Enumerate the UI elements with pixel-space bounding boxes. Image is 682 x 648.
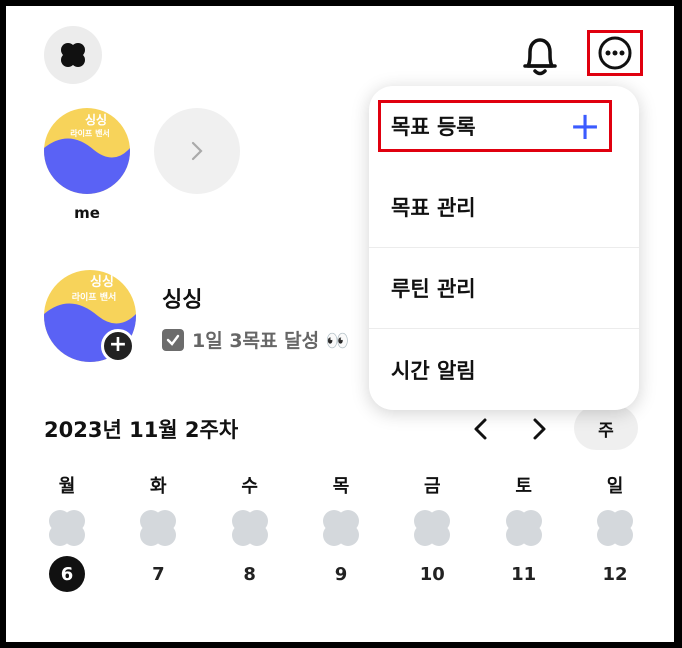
menu-item-add-goal[interactable]: 목표 등록 + bbox=[369, 86, 639, 167]
day-column[interactable]: 토 11 bbox=[501, 472, 547, 592]
day-column[interactable]: 목9 bbox=[318, 472, 364, 592]
profile-name: 싱싱 bbox=[162, 288, 203, 313]
day-name: 금 bbox=[424, 476, 441, 497]
notification-button[interactable] bbox=[520, 34, 560, 78]
chevron-left-icon bbox=[474, 418, 487, 440]
add-goal-badge[interactable]: + bbox=[101, 329, 135, 363]
clover-icon bbox=[140, 510, 177, 546]
menu-item-label: 목표 관리 bbox=[391, 196, 476, 220]
more-options-button[interactable] bbox=[587, 30, 643, 76]
day-column[interactable]: 월6 bbox=[44, 472, 90, 592]
day-name: 목 bbox=[332, 476, 350, 497]
view-mode-button[interactable]: 주 bbox=[574, 406, 638, 450]
menu-item-time-alarm[interactable]: 시간 알림 bbox=[369, 329, 639, 410]
menu-item-label: 시간 알림 bbox=[391, 358, 476, 383]
day-name: 화 bbox=[150, 476, 167, 497]
avatar-title: 싱싱 bbox=[85, 112, 107, 127]
chevron-right-icon bbox=[533, 418, 546, 440]
day-number: 6 bbox=[49, 556, 85, 592]
clover-icon bbox=[505, 510, 542, 546]
checkbox-icon bbox=[162, 328, 184, 351]
my-avatar[interactable]: 싱싱 라이프 밴서 bbox=[44, 108, 130, 194]
clover-icon bbox=[231, 510, 268, 546]
day-column[interactable]: 금 10 bbox=[409, 472, 455, 592]
chevron-right-icon bbox=[191, 141, 203, 161]
avatar-subtitle: 라이프 밴서 bbox=[72, 291, 117, 303]
app-screen: 싱싱 라이프 밴서 me 싱싱 라이프 밴서 + 싱싱 1일 3목표 달성 👀 … bbox=[6, 6, 674, 642]
options-menu: 목표 등록 + 목표 관리 루틴 관리 시간 알림 bbox=[369, 86, 639, 410]
clover-icon bbox=[49, 510, 85, 546]
week-days: 월 6 화 7 수 8 목 9 금 10 토 11 일 12 bbox=[44, 472, 638, 592]
day-number: 11 bbox=[511, 563, 537, 585]
day-number: 8 bbox=[243, 563, 256, 585]
day-name: 토 bbox=[515, 476, 532, 497]
next-week-button[interactable] bbox=[526, 416, 552, 442]
day-name: 수 bbox=[241, 476, 258, 497]
clover-icon bbox=[596, 510, 633, 546]
goal-text: 1일 3목표 달성 👀 bbox=[192, 330, 350, 352]
day-column[interactable]: 일 12 bbox=[592, 472, 638, 592]
day-name: 일 bbox=[606, 476, 624, 497]
menu-item-label: 목표 등록 bbox=[391, 115, 476, 139]
plus-icon: + bbox=[569, 104, 601, 148]
highlight-box: 목표 등록 + bbox=[378, 100, 612, 152]
more-horizontal-icon bbox=[598, 36, 632, 70]
clover-icon bbox=[61, 43, 85, 67]
clover-icon bbox=[322, 510, 359, 546]
menu-item-manage-goals[interactable]: 목표 관리 bbox=[369, 167, 639, 248]
goal-status: 1일 3목표 달성 👀 bbox=[162, 326, 349, 353]
day-number: 12 bbox=[602, 563, 628, 585]
avatar-image: 싱싱 라이프 밴서 bbox=[44, 108, 130, 194]
app-logo-button[interactable] bbox=[44, 26, 102, 84]
avatar-subtitle: 라이프 밴서 bbox=[70, 128, 110, 138]
day-name: 월 bbox=[58, 476, 76, 497]
menu-item-manage-routines[interactable]: 루틴 관리 bbox=[369, 248, 639, 329]
day-column[interactable]: 화7 bbox=[135, 472, 181, 592]
day-column[interactable]: 수8 bbox=[227, 472, 273, 592]
menu-item-label: 루틴 관리 bbox=[391, 277, 476, 301]
day-number: 10 bbox=[419, 563, 445, 585]
prev-week-button[interactable] bbox=[468, 416, 494, 442]
friends-next-button[interactable] bbox=[154, 108, 240, 194]
day-number: 7 bbox=[152, 563, 165, 585]
week-title: 2023년 11월 2주차 bbox=[44, 418, 239, 442]
clover-icon bbox=[414, 510, 451, 546]
day-number: 9 bbox=[334, 563, 348, 585]
me-label: me bbox=[74, 204, 100, 222]
avatar-title: 싱싱 bbox=[90, 275, 114, 290]
bell-icon bbox=[523, 38, 557, 76]
